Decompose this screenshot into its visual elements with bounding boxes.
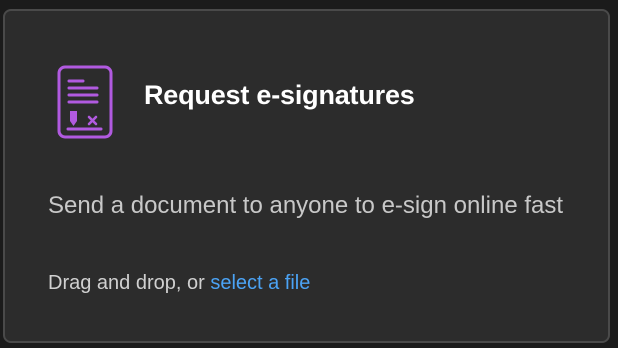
request-esignatures-card[interactable]: Request e-signatures Send a document to … xyxy=(3,9,610,343)
card-description: Send a document to anyone to e-sign onli… xyxy=(48,192,564,219)
esign-document-icon xyxy=(57,65,113,139)
drop-prefix-text: Drag and drop, or xyxy=(48,272,211,294)
drop-instructions: Drag and drop, or select a file xyxy=(48,272,310,295)
card-title: Request e-signatures xyxy=(144,80,415,110)
select-file-link[interactable]: select a file xyxy=(210,272,310,294)
